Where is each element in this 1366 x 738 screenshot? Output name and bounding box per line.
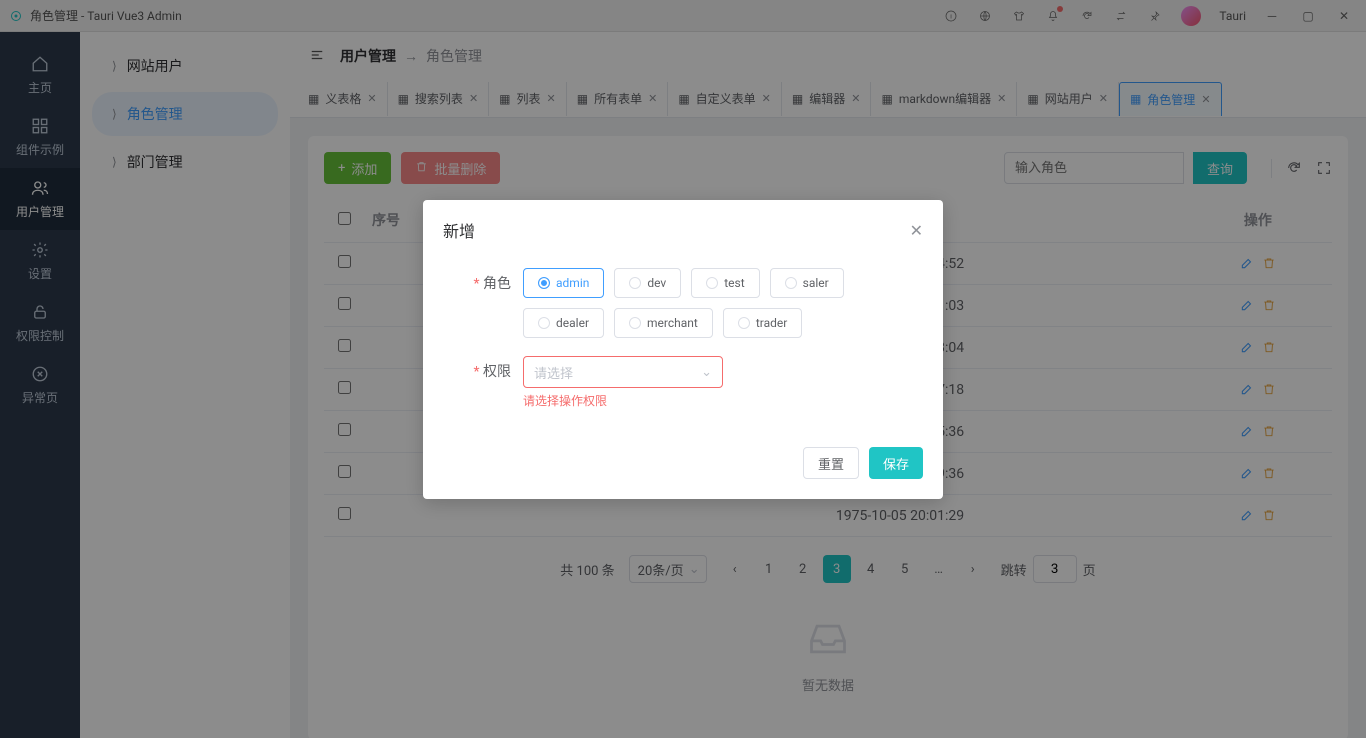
role-option-label: dev — [647, 276, 666, 290]
role-option-label: merchant — [647, 316, 698, 330]
radio-dot — [538, 317, 550, 329]
role-option-label: saler — [803, 276, 829, 290]
permission-select[interactable]: 请选择 ⌄ — [523, 356, 723, 388]
radio-dot — [629, 317, 641, 329]
radio-dot — [706, 277, 718, 289]
chevron-down-icon: ⌄ — [701, 365, 712, 380]
role-option-merchant[interactable]: merchant — [614, 308, 713, 338]
role-option-label: trader — [756, 316, 787, 330]
select-placeholder: 请选择 — [534, 363, 573, 382]
radio-dot — [538, 277, 550, 289]
reset-button[interactable]: 重置 — [803, 447, 859, 479]
role-option-label: dealer — [556, 316, 589, 330]
role-radio-group: admin dev test saler dealer merchant trader — [523, 268, 913, 338]
role-option-dev[interactable]: dev — [614, 268, 681, 298]
role-label: 角色 — [453, 268, 523, 300]
radio-dot — [738, 317, 750, 329]
perm-label: 权限 — [453, 356, 523, 388]
dialog-title: 新增 — [443, 218, 475, 242]
role-option-saler[interactable]: saler — [770, 268, 844, 298]
radio-dot — [629, 277, 641, 289]
modal-overlay[interactable]: 新增 ✕ 角色 admin dev test saler dealer merchant t… — [0, 0, 1366, 738]
role-option-admin[interactable]: admin — [523, 268, 604, 298]
dialog: 新增 ✕ 角色 admin dev test saler dealer merchant t… — [423, 200, 943, 499]
role-option-trader[interactable]: trader — [723, 308, 802, 338]
radio-dot — [785, 277, 797, 289]
role-option-test[interactable]: test — [691, 268, 759, 298]
role-option-label: admin — [556, 276, 589, 290]
permission-error: 请选择操作权限 — [523, 392, 913, 409]
save-button[interactable]: 保存 — [869, 447, 923, 479]
role-option-label: test — [724, 276, 744, 290]
dialog-close-button[interactable]: ✕ — [910, 221, 923, 240]
role-option-dealer[interactable]: dealer — [523, 308, 604, 338]
